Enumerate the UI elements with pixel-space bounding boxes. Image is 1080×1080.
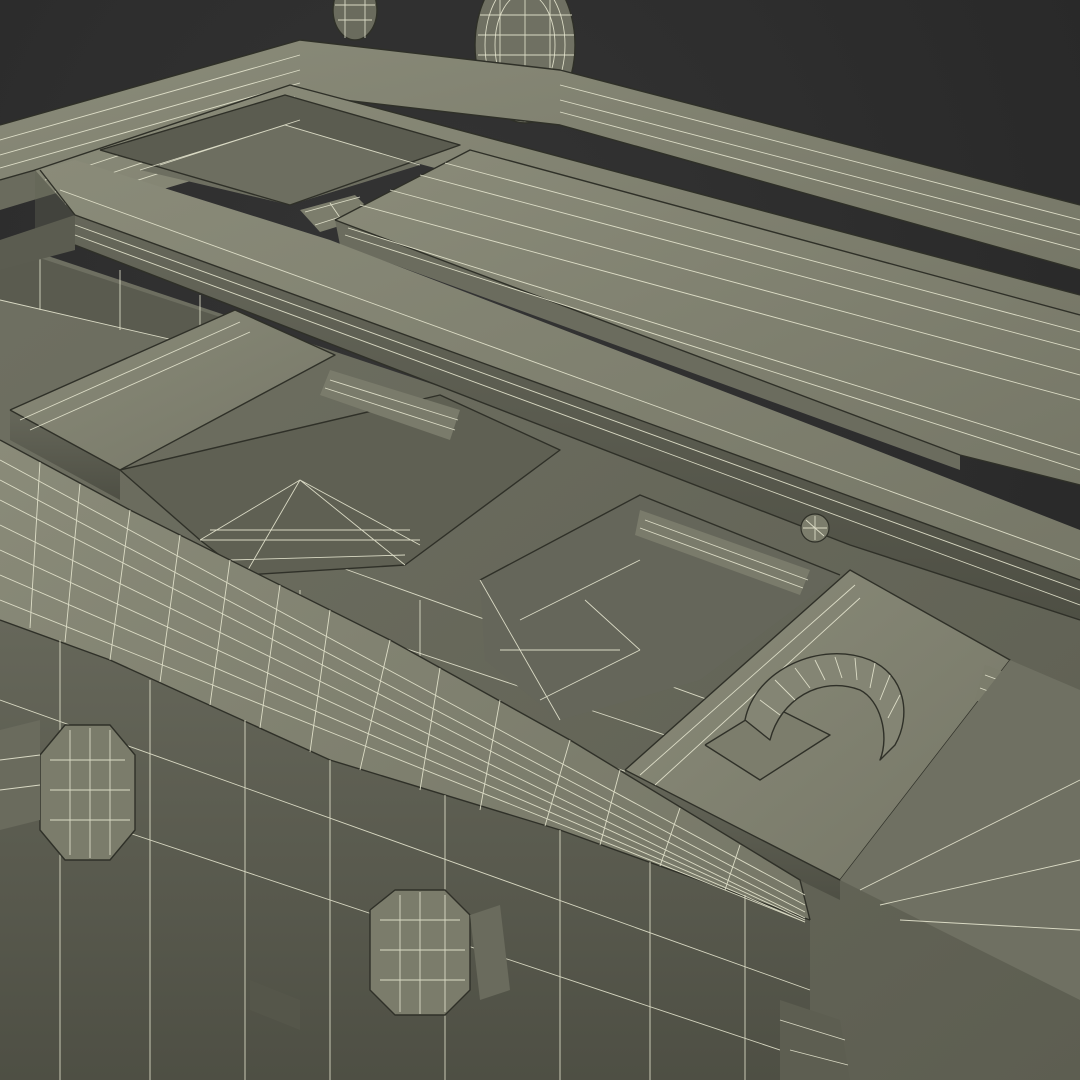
wireframe-render <box>0 0 1080 1080</box>
spring-clamp-right <box>369 889 510 1016</box>
render-viewport <box>0 0 1080 1080</box>
